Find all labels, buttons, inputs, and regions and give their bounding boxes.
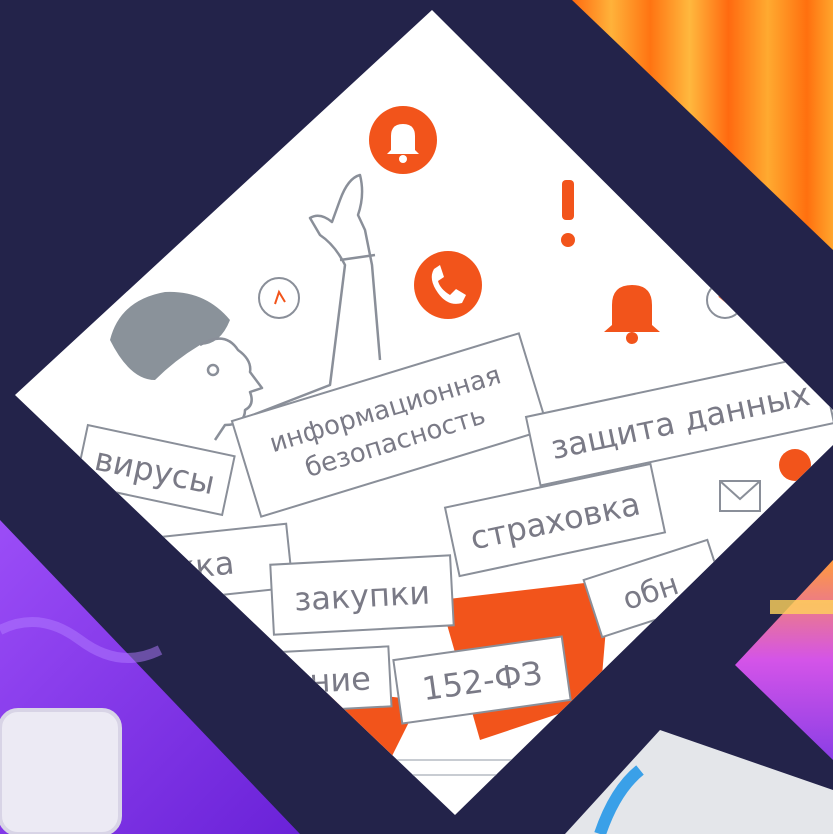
tag-rening: рение <box>247 645 393 715</box>
collage-canvas: вирусы информационная безопасность защит… <box>0 0 833 834</box>
tag-purchases-label: закупки <box>293 573 431 618</box>
tag-purchases: закупки <box>269 554 455 636</box>
exclamation-icon <box>561 180 575 247</box>
main-illustration: вирусы информационная безопасность защит… <box>15 10 833 815</box>
phone-icon <box>414 251 482 319</box>
bell-icon <box>369 106 437 174</box>
tag-rening-label: рение <box>268 659 371 702</box>
clock-icon <box>258 277 300 319</box>
notification-icon <box>779 449 811 481</box>
clock-icon-2 <box>706 281 744 319</box>
envelope-icon <box>719 480 761 512</box>
